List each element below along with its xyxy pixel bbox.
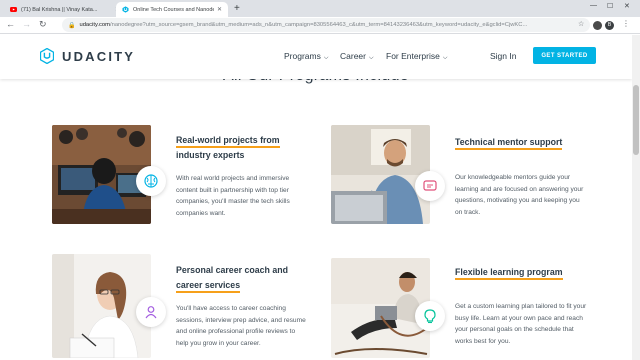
feature-icon-badge (136, 297, 166, 327)
extension-icon[interactable] (593, 21, 602, 30)
feature-title-projects: Real-world projects from industry expert… (176, 133, 280, 163)
nav-programs-label: Programs (284, 51, 321, 61)
flexible-learning-photo (331, 258, 430, 358)
back-arrow-icon[interactable]: ← (6, 19, 15, 29)
desc-line: and online professional profile reviews … (176, 328, 296, 336)
desc-line: sessions, interview prep advice, and res… (176, 316, 306, 324)
feature-icon-badge (415, 171, 445, 201)
browser-tab-udacity[interactable]: Online Tech Courses and Nanode... ✕ (116, 2, 228, 17)
desc-line: companies, you'll master the tech skills (176, 198, 290, 206)
feature-title-line1: Flexible learning program (455, 267, 563, 280)
feature-title-mentor: Technical mentor support (455, 135, 563, 150)
maximize-icon[interactable]: ☐ (607, 2, 613, 10)
chevron-down-icon: ⌵ (323, 55, 329, 61)
youtube-icon (10, 7, 17, 12)
desc-line: on track. (455, 208, 481, 216)
new-tab-icon[interactable]: + (234, 3, 240, 14)
url-path: /nanodegree?utm_source=gsem_brand&utm_me… (109, 22, 528, 28)
logo-wordmark: UDACITY (62, 48, 136, 64)
desc-line: learning and are focused on answering yo… (455, 185, 584, 193)
desc-line: content built in partnership with top ti… (176, 186, 289, 194)
feature-desc-mentor: Our knowledgeable mentors guide your lea… (455, 172, 583, 218)
desc-line: busy life. Learn at your own pace and re… (455, 314, 583, 322)
udacity-logo-icon (40, 48, 54, 64)
mentor-photo (331, 125, 430, 224)
site-header: UDACITY Programs ⌵ Career ⌵ For Enterprise… (0, 35, 632, 79)
desc-line: your personal goals on the schedule that (455, 326, 574, 334)
feature-title-career: Personal career coach and career service… (176, 263, 288, 293)
desc-line: help you grow in your career. (176, 339, 261, 347)
bookmark-star-icon[interactable]: ☆ (578, 20, 584, 28)
desc-line: companies want. (176, 209, 226, 217)
feature-title-line2: career services (176, 280, 241, 293)
profile-avatar[interactable]: B (605, 21, 614, 30)
feature-title-line1: Real-world projects from (176, 135, 280, 148)
browser-menu-icon[interactable]: ⋮ (622, 19, 630, 28)
udacity-logo[interactable]: UDACITY (40, 48, 135, 64)
sign-in-link[interactable]: Sign In (490, 51, 516, 61)
scrollbar-thumb[interactable] (633, 85, 639, 155)
desc-line: questions, motivating you and keeping yo… (455, 197, 580, 205)
chevron-down-icon: ⌵ (442, 55, 448, 61)
nav-enterprise-label: For Enterprise (386, 51, 440, 61)
browser-tab-bar: (71) Bal Krishna || Vinay Kata... ✕ Onli… (0, 0, 640, 17)
nav-enterprise[interactable]: For Enterprise ⌵ (386, 51, 447, 62)
desc-line: Our knowledgeable mentors guide your (455, 174, 571, 181)
feature-title-line2: industry experts (176, 150, 245, 160)
browser-tab-youtube[interactable]: (71) Bal Krishna || Vinay Kata... ✕ (4, 2, 126, 17)
forward-arrow-icon[interactable]: → (22, 19, 31, 29)
feature-desc-projects: With real world projects and immersive c… (176, 173, 290, 219)
feature-icon-badge (415, 301, 445, 331)
nav-programs[interactable]: Programs ⌵ (284, 51, 328, 62)
feature-desc-career: You'll have access to career coaching se… (176, 303, 306, 349)
get-started-button[interactable]: GET STARTED (533, 47, 596, 64)
address-bar[interactable]: 🔒 udacity.com /nanodegree?utm_source=gse… (62, 18, 590, 32)
close-tab-icon[interactable]: ✕ (217, 6, 222, 13)
chevron-down-icon: ⌵ (368, 55, 374, 61)
person-icon (145, 306, 157, 319)
feature-icon-badge (136, 166, 166, 196)
close-window-icon[interactable]: ✕ (624, 2, 630, 10)
desc-line: works best for you. (455, 337, 511, 345)
nav-career[interactable]: Career ⌵ (340, 51, 374, 62)
feature-desc-flexible: Get a custom learning plan tailored to f… (455, 301, 586, 347)
url-host: udacity.com (79, 22, 110, 28)
page-scrollbar[interactable] (632, 35, 640, 360)
browser-toolbar: ← → ↻ 🔒 udacity.com /nanodegree?utm_sour… (0, 17, 640, 34)
feature-title-line1: Technical mentor support (455, 137, 563, 150)
tab-title: (71) Bal Krishna || Vinay Kata... (21, 6, 98, 13)
nav-career-label: Career (340, 51, 366, 61)
udacity-icon (122, 6, 129, 13)
page-viewport: UDACITY Programs ⌵ Career ⌵ For Enterprise… (0, 35, 632, 360)
tab-title: Online Tech Courses and Nanode... (133, 6, 214, 13)
minimize-icon[interactable]: — (590, 2, 597, 9)
lightbulb-icon (424, 309, 436, 324)
desc-line: You'll have access to career coaching (176, 305, 286, 312)
brain-icon (144, 174, 158, 188)
reload-icon[interactable]: ↻ (39, 19, 47, 30)
feature-title-line1: Personal career coach and (176, 265, 288, 275)
lock-icon: 🔒 (68, 22, 76, 29)
feature-title-flexible: Flexible learning program (455, 265, 563, 280)
desc-line: With real world projects and immersive (176, 175, 290, 182)
desc-line: Get a custom learning plan tailored to f… (455, 303, 587, 310)
chat-icon (423, 180, 437, 191)
